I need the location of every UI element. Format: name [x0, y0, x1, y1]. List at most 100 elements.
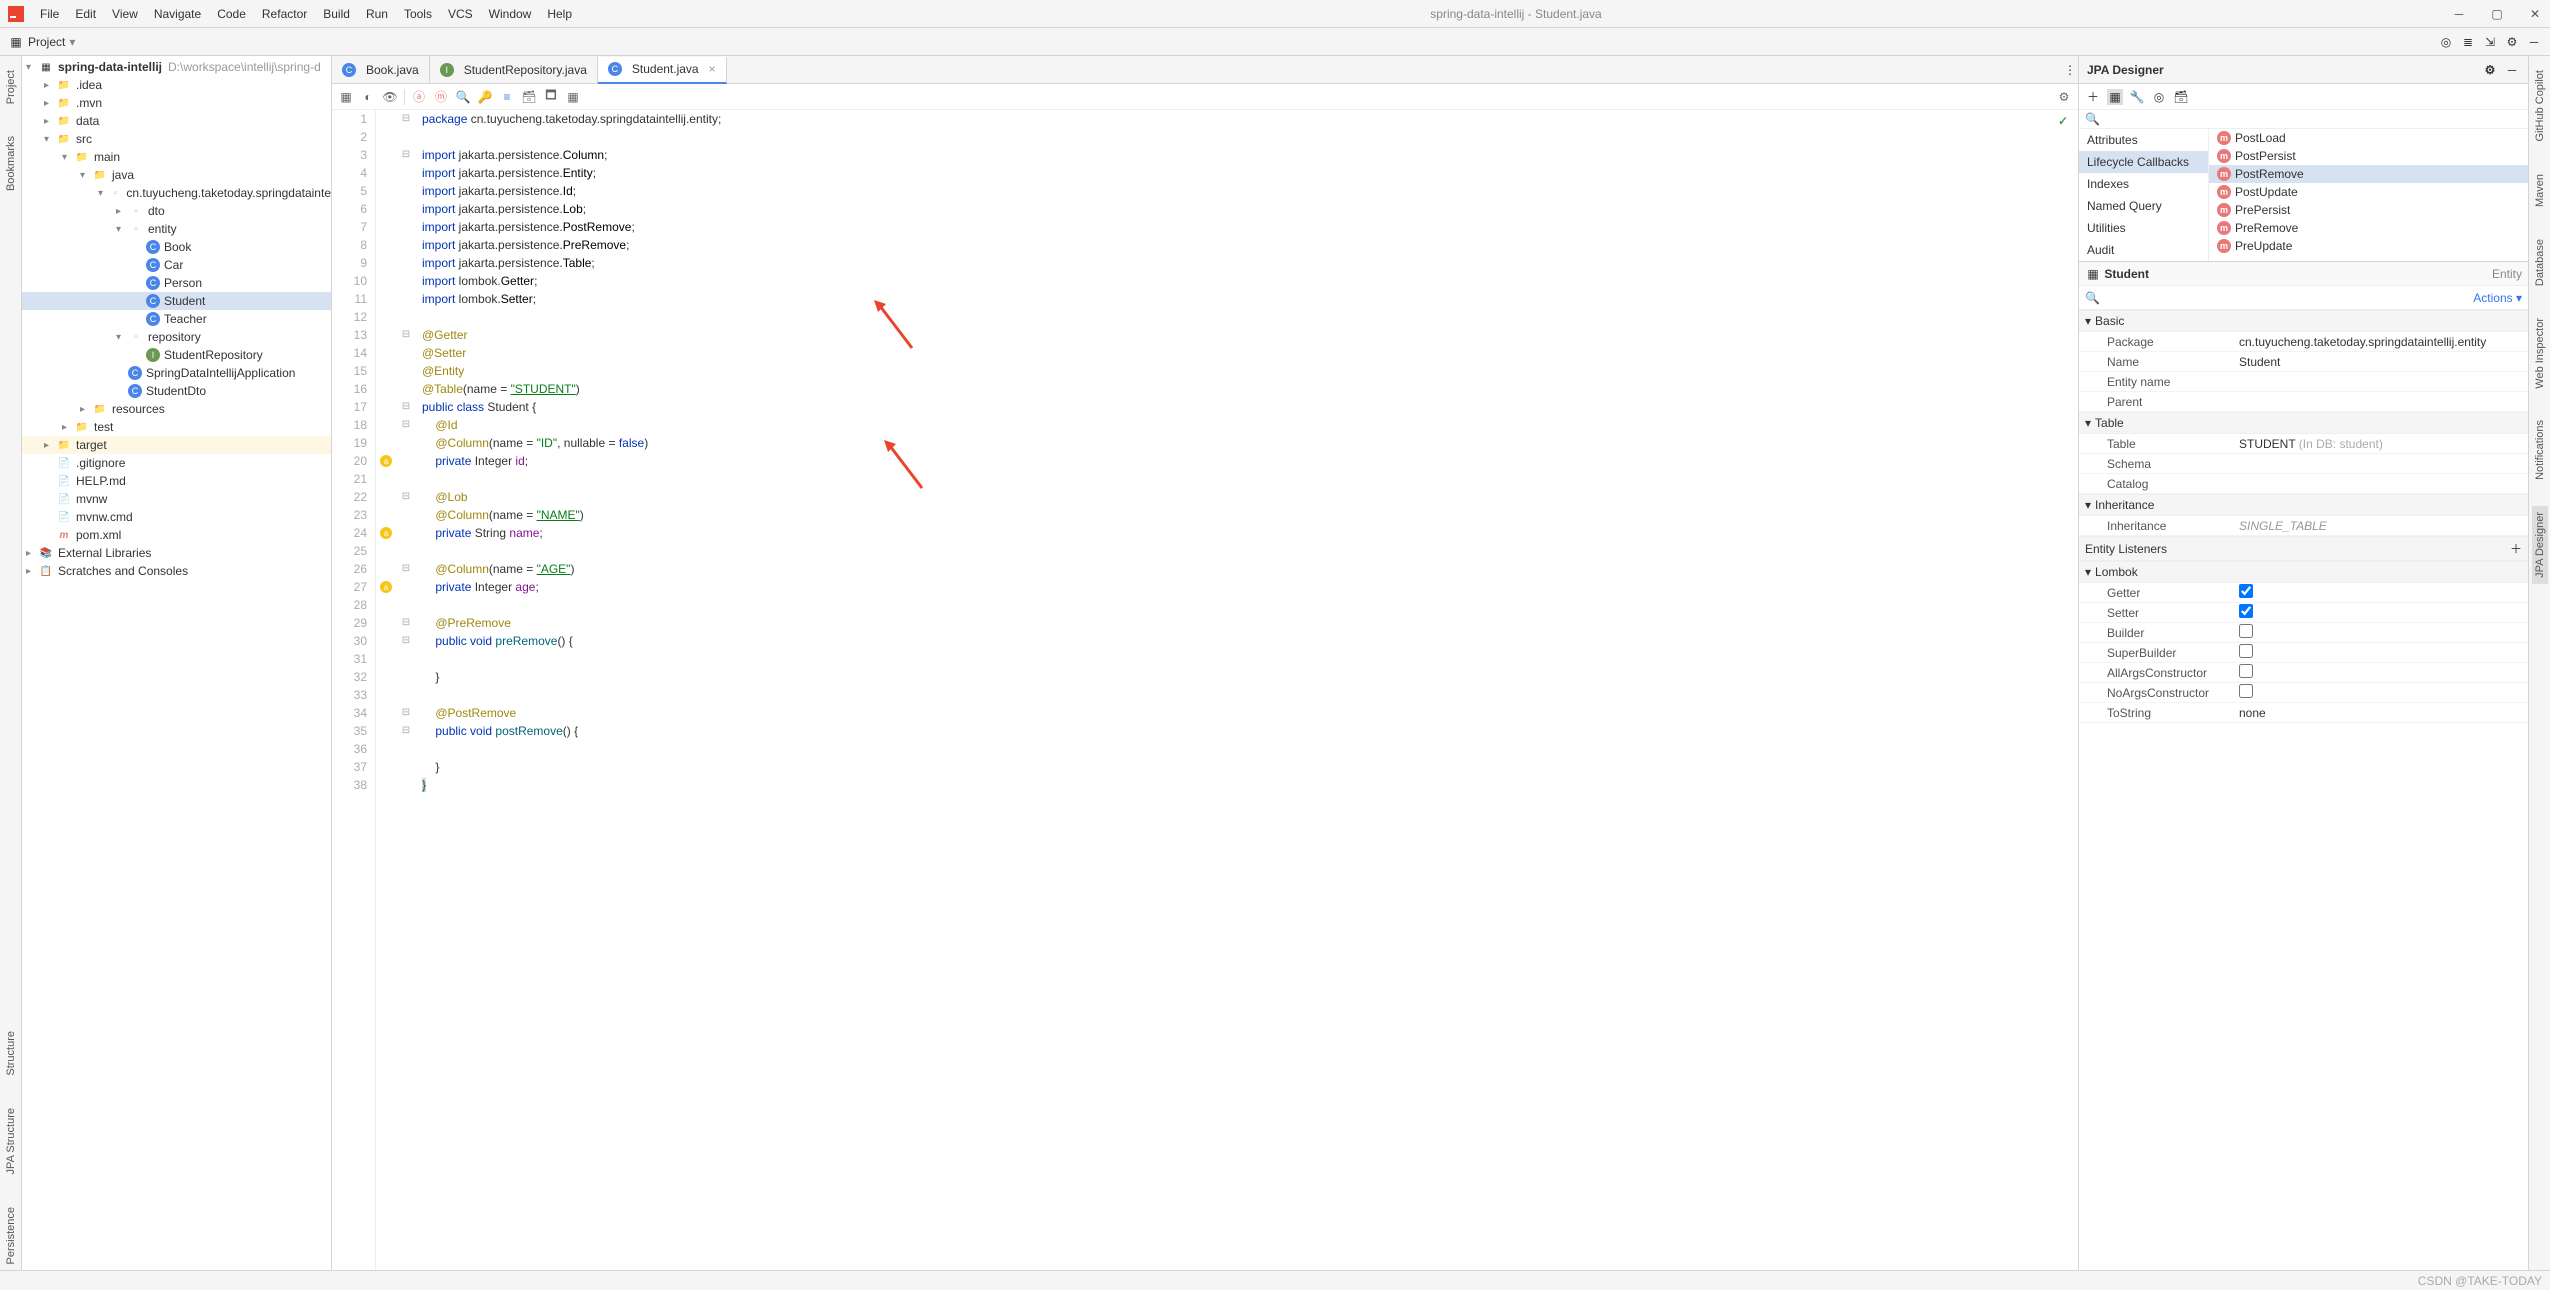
- cb-postload[interactable]: mPostLoad: [2209, 129, 2528, 147]
- rail-structure[interactable]: Structure: [3, 1025, 19, 1082]
- cat-audit[interactable]: Audit: [2079, 239, 2208, 261]
- rail-maven[interactable]: Maven: [2532, 168, 2548, 213]
- chk-allargs[interactable]: [2239, 664, 2253, 678]
- expand-all-icon[interactable]: ≣: [2460, 34, 2476, 50]
- tree-mvnw[interactable]: 📄mvnw: [22, 490, 331, 508]
- hide-icon[interactable]: ─: [2526, 34, 2542, 50]
- menu-code[interactable]: Code: [209, 3, 254, 25]
- add-icon[interactable]: ＋: [2510, 540, 2522, 557]
- menu-file[interactable]: File: [32, 3, 67, 25]
- project-view-selector[interactable]: ▦Project ▾: [0, 34, 83, 50]
- tree-mvn[interactable]: ▸📁.mvn: [22, 94, 331, 112]
- tree-gitignore[interactable]: 📄.gitignore: [22, 454, 331, 472]
- tabs-menu-icon[interactable]: ⋮: [2062, 62, 2078, 78]
- tree-data[interactable]: ▸📁data: [22, 112, 331, 130]
- prop-search[interactable]: [2100, 291, 2473, 305]
- tree-test[interactable]: ▸📁test: [22, 418, 331, 436]
- tree-class-dto[interactable]: CStudentDto: [22, 382, 331, 400]
- ed-icon[interactable]: ▦: [338, 89, 354, 105]
- settings-icon[interactable]: ⚙: [2482, 62, 2498, 78]
- menu-vcs[interactable]: VCS: [440, 3, 481, 25]
- collapse-all-icon[interactable]: ⇲: [2482, 34, 2498, 50]
- cat-indexes[interactable]: Indexes: [2079, 173, 2208, 195]
- rail-bookmarks[interactable]: Bookmarks: [3, 130, 19, 197]
- menu-run[interactable]: Run: [358, 3, 396, 25]
- close-button[interactable]: ✕: [2528, 7, 2542, 21]
- tree-root[interactable]: ▾▦spring-data-intellijD:\workspace\intel…: [22, 58, 331, 76]
- tree-mvnwcmd[interactable]: 📄mvnw.cmd: [22, 508, 331, 526]
- ed-icon[interactable]: ◐: [360, 89, 376, 105]
- tree-repository[interactable]: ▾▫repository: [22, 328, 331, 346]
- chk-setter[interactable]: [2239, 604, 2253, 618]
- tree-java[interactable]: ▾📁java: [22, 166, 331, 184]
- rail-jpa-structure[interactable]: JPA Structure: [3, 1102, 19, 1180]
- chk-getter[interactable]: [2239, 584, 2253, 598]
- tree-resources[interactable]: ▸📁resources: [22, 400, 331, 418]
- sect-inheritance[interactable]: ▾ Inheritance: [2079, 494, 2528, 516]
- cb-preupdate[interactable]: mPreUpdate: [2209, 237, 2528, 255]
- project-tree[interactable]: ▾▦spring-data-intellijD:\workspace\intel…: [22, 56, 331, 1270]
- sect-table[interactable]: ▾ Table: [2079, 412, 2528, 434]
- menu-navigate[interactable]: Navigate: [146, 3, 209, 25]
- tree-help[interactable]: 📄HELP.md: [22, 472, 331, 490]
- code-content[interactable]: package cn.tuyucheng.taketoday.springdat…: [416, 110, 2078, 1270]
- jpa-search[interactable]: [2085, 112, 2522, 126]
- actions-link[interactable]: Actions ▾: [2473, 291, 2522, 305]
- ed-icon[interactable]: 🔑: [477, 89, 493, 105]
- ed-icon[interactable]: 🗖: [543, 89, 559, 105]
- ed-icon[interactable]: 👁: [382, 89, 398, 105]
- inspection-ok-icon[interactable]: ✓: [2058, 114, 2074, 128]
- close-icon[interactable]: ×: [709, 62, 716, 76]
- tree-src[interactable]: ▾📁src: [22, 130, 331, 148]
- tree-idea[interactable]: ▸📁.idea: [22, 76, 331, 94]
- hide-icon[interactable]: ─: [2504, 62, 2520, 78]
- select-opened-icon[interactable]: ◎: [2438, 34, 2454, 50]
- chk-noargs[interactable]: [2239, 684, 2253, 698]
- cb-preremove[interactable]: mPreRemove: [2209, 219, 2528, 237]
- cat-attributes[interactable]: Attributes: [2079, 129, 2208, 151]
- chk-superbuilder[interactable]: [2239, 644, 2253, 658]
- tab-book[interactable]: CBook.java: [332, 56, 430, 83]
- tree-class-teacher[interactable]: CTeacher: [22, 310, 331, 328]
- tree-scratches[interactable]: ▸📋Scratches and Consoles: [22, 562, 331, 580]
- ed-icon[interactable]: ⓐ: [411, 89, 427, 105]
- tree-class-car[interactable]: CCar: [22, 256, 331, 274]
- tree-class-book[interactable]: CBook: [22, 238, 331, 256]
- sect-lombok[interactable]: ▾ Lombok: [2079, 561, 2528, 583]
- menu-view[interactable]: View: [104, 3, 146, 25]
- tree-class-student[interactable]: CStudent: [22, 292, 331, 310]
- db-icon[interactable]: 🗃: [2173, 89, 2189, 105]
- cb-postpersist[interactable]: mPostPersist: [2209, 147, 2528, 165]
- add-icon[interactable]: ＋: [2085, 89, 2101, 105]
- tree-external-libs[interactable]: ▸📚External Libraries: [22, 544, 331, 562]
- rail-project[interactable]: Project: [3, 64, 19, 110]
- wrench-icon[interactable]: 🔧: [2129, 89, 2145, 105]
- rail-database[interactable]: Database: [2532, 233, 2548, 292]
- tree-interface-sr[interactable]: IStudentRepository: [22, 346, 331, 364]
- ed-settings-icon[interactable]: ⚙: [2056, 89, 2072, 105]
- menu-refactor[interactable]: Refactor: [254, 3, 315, 25]
- sect-entity-listeners[interactable]: Entity Listeners＋: [2079, 536, 2528, 561]
- menu-window[interactable]: Window: [481, 3, 540, 25]
- chk-builder[interactable]: [2239, 624, 2253, 638]
- rail-persistence[interactable]: Persistence: [3, 1201, 19, 1270]
- tree-entity[interactable]: ▾▫entity: [22, 220, 331, 238]
- cb-prepersist[interactable]: mPrePersist: [2209, 201, 2528, 219]
- tree-dto[interactable]: ▸▫dto: [22, 202, 331, 220]
- cat-namedquery[interactable]: Named Query: [2079, 195, 2208, 217]
- rail-copilot[interactable]: GitHub Copilot: [2532, 64, 2548, 148]
- menu-edit[interactable]: Edit: [67, 3, 104, 25]
- minimize-button[interactable]: ─: [2452, 7, 2466, 21]
- maximize-button[interactable]: ▢: [2490, 7, 2504, 21]
- target-icon[interactable]: ◎: [2151, 89, 2167, 105]
- cb-postupdate[interactable]: mPostUpdate: [2209, 183, 2528, 201]
- tree-target[interactable]: ▸📁target: [22, 436, 331, 454]
- view-icon[interactable]: ▦: [2107, 89, 2123, 105]
- code-editor[interactable]: 1234567891011121314151617181920212223242…: [332, 110, 2078, 1270]
- tree-class-person[interactable]: CPerson: [22, 274, 331, 292]
- cb-postremove[interactable]: mPostRemove: [2209, 165, 2528, 183]
- cat-utilities[interactable]: Utilities: [2079, 217, 2208, 239]
- cat-lifecycle[interactable]: Lifecycle Callbacks: [2079, 151, 2208, 173]
- ed-icon[interactable]: ⓜ: [433, 89, 449, 105]
- menu-build[interactable]: Build: [315, 3, 358, 25]
